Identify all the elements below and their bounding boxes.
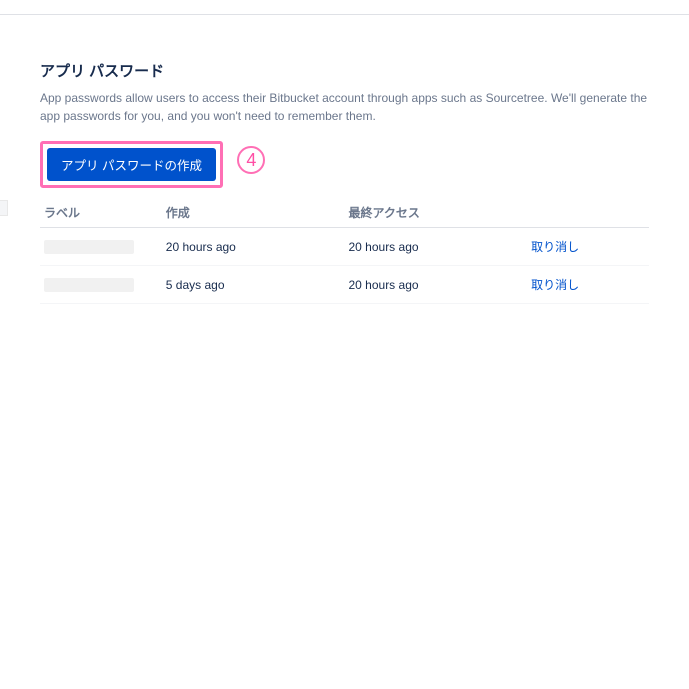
header-label: ラベル	[40, 198, 162, 228]
cell-last-access: 20 hours ago	[344, 228, 527, 266]
step-annotation: 4	[237, 146, 265, 174]
cell-created: 20 hours ago	[162, 228, 345, 266]
create-button-highlight: アプリ パスワードの作成	[40, 141, 223, 188]
revoke-link[interactable]: 取り消し	[531, 278, 579, 292]
left-edge-artifact	[0, 200, 8, 216]
create-app-password-button[interactable]: アプリ パスワードの作成	[47, 148, 216, 181]
revoke-link[interactable]: 取り消し	[531, 240, 579, 254]
label-placeholder	[44, 278, 134, 292]
label-placeholder	[44, 240, 134, 254]
cell-label	[40, 228, 162, 266]
header-created: 作成	[162, 198, 345, 228]
header-last-access: 最終アクセス	[344, 198, 527, 228]
page-description: App passwords allow users to access thei…	[40, 89, 649, 125]
table-row: 5 days ago 20 hours ago 取り消し	[40, 266, 649, 304]
table-header-row: ラベル 作成 最終アクセス	[40, 198, 649, 228]
cell-action: 取り消し	[527, 228, 649, 266]
cell-created: 5 days ago	[162, 266, 345, 304]
app-passwords-table: ラベル 作成 最終アクセス 20 hours ago 20 hours ago …	[40, 198, 649, 304]
table-row: 20 hours ago 20 hours ago 取り消し	[40, 228, 649, 266]
header-action	[527, 198, 649, 228]
page-title: アプリ パスワード	[40, 60, 649, 81]
main-content: アプリ パスワード App passwords allow users to a…	[0, 0, 689, 304]
cell-last-access: 20 hours ago	[344, 266, 527, 304]
cell-action: 取り消し	[527, 266, 649, 304]
top-divider	[0, 14, 689, 15]
cell-label	[40, 266, 162, 304]
